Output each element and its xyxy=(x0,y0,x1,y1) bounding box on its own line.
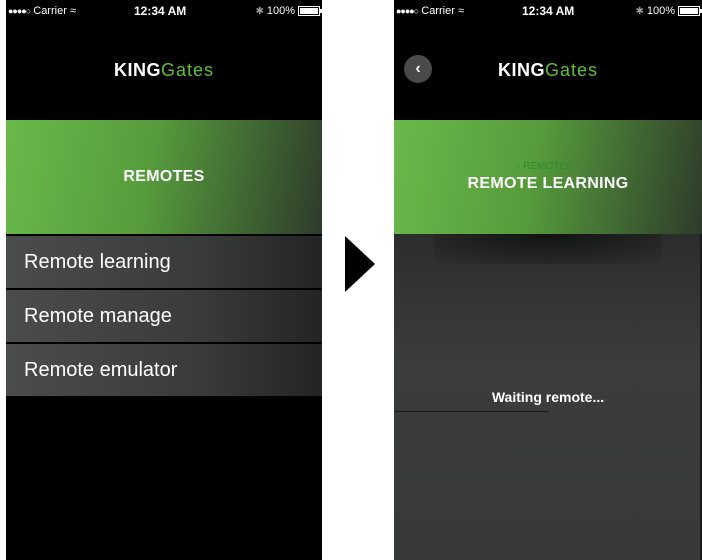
banner-shadow xyxy=(434,234,662,264)
menu-item-remote-learning[interactable]: Remote learning xyxy=(6,236,322,290)
phone-screen-remote-learning: ●●●●○ Carrier ≈ 12:34 AM ✱ 100% ‹ KINGGa… xyxy=(394,0,702,560)
waiting-status-text: Waiting remote... xyxy=(491,389,605,405)
section-banner: - REMOTES - REMOTE LEARNING xyxy=(394,120,702,234)
status-time: 12:34 AM xyxy=(134,4,187,18)
menu-item-label: Remote manage xyxy=(24,304,172,327)
menu-item-remote-emulator[interactable]: Remote emulator xyxy=(6,344,322,398)
app-logo: KINGGates xyxy=(6,60,322,81)
banner-title: REMOTE LEARNING xyxy=(467,175,629,192)
carrier-indicator: ●●●●○ Carrier ≈ xyxy=(8,5,76,17)
carrier-label: Carrier xyxy=(421,5,455,17)
wifi-icon: ≈ xyxy=(69,5,76,17)
status-bar: ●●●●○ Carrier ≈ 12:34 AM ✱ 100% xyxy=(394,0,702,22)
logo-king: KING xyxy=(497,60,545,80)
phone-screen-remotes: ●●●●○ Carrier ≈ 12:34 AM ✱ 100% KINGGate… xyxy=(6,0,322,560)
battery-icon xyxy=(678,6,702,16)
divider xyxy=(394,411,549,412)
section-banner: REMOTES xyxy=(6,120,322,234)
signal-icon: ●●●●○ xyxy=(8,6,31,16)
logo-gates: Gates xyxy=(160,60,215,80)
bluetooth-icon: ✱ xyxy=(255,5,264,17)
logo-king: KING xyxy=(113,60,161,80)
banner-subtitle: - REMOTES - xyxy=(517,161,579,172)
carrier-indicator: ●●●●○ Carrier ≈ xyxy=(396,5,464,17)
banner-title: REMOTES xyxy=(123,168,205,185)
battery-label: 100% xyxy=(646,5,675,17)
battery-indicator: ✱ 100% xyxy=(255,5,322,17)
battery-icon xyxy=(298,6,322,16)
signal-icon: ●●●●○ xyxy=(396,6,419,16)
carrier-label: Carrier xyxy=(33,5,67,17)
status-bar: ●●●●○ Carrier ≈ 12:34 AM ✱ 100% xyxy=(6,0,322,22)
bluetooth-icon: ✱ xyxy=(635,5,644,17)
menu-item-remote-manage[interactable]: Remote manage xyxy=(6,290,322,344)
logo-gates: Gates xyxy=(544,60,599,80)
transition-arrow-icon xyxy=(345,236,375,292)
battery-indicator: ✱ 100% xyxy=(635,5,702,17)
status-time: 12:34 AM xyxy=(522,4,575,18)
menu-item-label: Remote learning xyxy=(24,250,171,273)
wifi-icon: ≈ xyxy=(457,5,464,17)
menu-item-label: Remote emulator xyxy=(24,358,178,381)
learning-content-area: Waiting remote... xyxy=(394,234,702,560)
app-logo: KINGGates xyxy=(394,60,702,81)
battery-label: 100% xyxy=(266,5,295,17)
